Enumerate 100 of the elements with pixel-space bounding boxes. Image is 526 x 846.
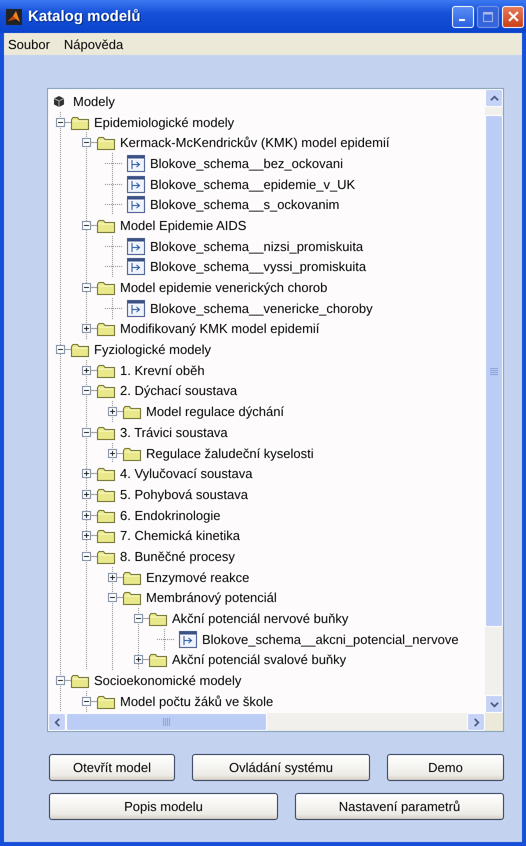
tree-item[interactable]: Model Epidemie AIDS bbox=[120, 218, 246, 233]
block-diagram-icon bbox=[127, 238, 145, 255]
tree-item[interactable]: 1. Krevní oběh bbox=[120, 362, 205, 378]
block-diagram-icon bbox=[127, 196, 145, 214]
folder-icon bbox=[149, 611, 167, 626]
tree-item[interactable]: Akční potenciál svalové buňky bbox=[172, 652, 346, 668]
folder-icon bbox=[123, 446, 141, 461]
collapse-icon[interactable] bbox=[82, 283, 91, 292]
tree-item[interactable]: Enzymové reakce bbox=[146, 570, 250, 585]
folder-icon bbox=[123, 404, 141, 420]
scroll-down-icon[interactable] bbox=[490, 700, 498, 708]
expand-icon[interactable] bbox=[82, 366, 91, 375]
collapse-icon[interactable] bbox=[56, 345, 65, 354]
tree-item[interactable]: Epidemiologické modely bbox=[94, 114, 234, 130]
expand-icon[interactable] bbox=[82, 324, 91, 334]
window-title: Katalog modelů bbox=[28, 8, 142, 25]
tree-item[interactable]: Modifikovaný KMK model epidemií bbox=[120, 321, 320, 336]
vertical-scrollbar[interactable] bbox=[485, 89, 503, 713]
collapse-icon[interactable] bbox=[56, 118, 65, 127]
collapse-icon[interactable] bbox=[108, 593, 117, 602]
scroll-thumb[interactable] bbox=[66, 713, 267, 731]
folder-icon bbox=[97, 548, 115, 564]
folder-icon bbox=[97, 694, 115, 709]
tree-item[interactable]: Blokove_schema__akcni_potencial_nervove bbox=[202, 632, 459, 647]
block-diagram-icon bbox=[127, 176, 145, 193]
action-button[interactable]: Otevřít model bbox=[49, 754, 175, 781]
folder-icon bbox=[97, 362, 115, 378]
folder-icon bbox=[123, 590, 141, 606]
tree-item[interactable]: Model regulace dýchání bbox=[146, 404, 284, 420]
expand-icon[interactable] bbox=[82, 531, 91, 540]
folder-icon bbox=[71, 342, 89, 358]
close-button[interactable] bbox=[502, 6, 524, 28]
folder-icon bbox=[71, 114, 89, 130]
expand-icon[interactable] bbox=[82, 510, 91, 520]
scrollbar-corner bbox=[485, 713, 503, 731]
scroll-thumb[interactable] bbox=[485, 115, 503, 627]
scroll-up-icon[interactable] bbox=[490, 94, 498, 102]
folder-icon bbox=[97, 321, 115, 336]
tree-item[interactable]: Blokove_schema__vyssi_promiskuita bbox=[150, 259, 366, 274]
folder-icon bbox=[97, 424, 115, 440]
expand-icon[interactable] bbox=[134, 655, 143, 664]
tree-item[interactable]: Blokove_schema__epidemie_v_UK bbox=[150, 176, 356, 192]
expand-icon[interactable] bbox=[108, 448, 117, 458]
folder-icon bbox=[97, 135, 115, 150]
tree-item[interactable]: Model počtu žáků ve škole bbox=[120, 694, 274, 709]
expand-icon[interactable] bbox=[82, 490, 91, 499]
action-button[interactable]: Ovládání systému bbox=[192, 754, 370, 781]
maximize-button[interactable] bbox=[477, 6, 499, 28]
action-button[interactable]: Demo bbox=[387, 754, 504, 781]
minimize-button[interactable] bbox=[452, 6, 474, 28]
tree-item[interactable]: Blokove_schema__nizsi_promiskuita bbox=[150, 238, 364, 254]
folder-icon bbox=[97, 486, 115, 502]
close-icon[interactable] bbox=[508, 11, 518, 22]
tree-item[interactable]: 5. Pohybová soustava bbox=[120, 486, 248, 502]
collapse-icon[interactable] bbox=[56, 676, 65, 686]
horizontal-scrollbar[interactable] bbox=[48, 713, 485, 731]
folder-icon bbox=[97, 383, 115, 398]
tree-item[interactable]: 4. Vylučovací soustava bbox=[120, 466, 252, 482]
tree-item[interactable]: Socioekonomické modely bbox=[94, 673, 242, 688]
tree-item[interactable]: Akční potenciál nervové buňky bbox=[172, 611, 348, 626]
collapse-icon[interactable] bbox=[82, 552, 91, 561]
tree-item[interactable]: Kermack-McKendrickův (KMK) model epidemií bbox=[120, 135, 390, 150]
tree-item[interactable]: Membránový potenciál bbox=[146, 590, 277, 606]
folder-icon bbox=[97, 280, 115, 296]
folder-icon bbox=[123, 570, 141, 585]
collapse-icon[interactable] bbox=[82, 428, 91, 437]
tree-item[interactable]: Fyziologické modely bbox=[94, 342, 212, 358]
cube-icon bbox=[53, 94, 65, 108]
block-diagram-icon bbox=[127, 300, 145, 317]
scroll-right-icon[interactable] bbox=[472, 718, 480, 726]
menu-item[interactable]: Soubor bbox=[8, 36, 50, 52]
tree-item[interactable]: Blokove_schema__bez_ockovani bbox=[150, 156, 343, 171]
collapse-icon[interactable] bbox=[82, 696, 91, 706]
tree-item[interactable]: Blokove_schema__s_ockovanim bbox=[150, 197, 340, 212]
tree-item[interactable]: 7. Chemická kinetika bbox=[120, 528, 240, 544]
tree-item[interactable]: 6. Endokrinologie bbox=[120, 508, 220, 523]
expand-icon[interactable] bbox=[108, 572, 117, 582]
expand-icon[interactable] bbox=[82, 469, 91, 478]
collapse-icon[interactable] bbox=[134, 614, 143, 624]
tree-item[interactable]: Model epidemie venerických chorob bbox=[120, 280, 328, 296]
tree-item[interactable]: Modely bbox=[73, 94, 115, 109]
tree-item[interactable]: Regulace žaludeční kyselosti bbox=[146, 446, 314, 461]
folder-icon bbox=[71, 673, 89, 688]
action-button[interactable]: Popis modelu bbox=[49, 793, 278, 820]
collapse-icon[interactable] bbox=[82, 220, 91, 230]
tree-item[interactable]: Blokove_schema__venericke_choroby bbox=[150, 300, 373, 316]
collapse-icon[interactable] bbox=[82, 138, 91, 148]
folder-icon bbox=[97, 466, 115, 482]
block-diagram-icon bbox=[127, 154, 145, 172]
maximize-icon[interactable] bbox=[483, 12, 493, 22]
app-icon bbox=[6, 8, 22, 24]
action-button[interactable]: Nastavení parametrů bbox=[295, 793, 504, 820]
collapse-icon[interactable] bbox=[82, 386, 91, 396]
tree-item[interactable]: 8. Buněčné procesy bbox=[120, 548, 235, 564]
block-diagram-icon bbox=[127, 258, 145, 276]
tree-item[interactable]: 2. Dýchací soustava bbox=[120, 383, 238, 398]
tree-item[interactable]: 3. Trávici soustava bbox=[120, 424, 228, 440]
scroll-left-icon[interactable] bbox=[52, 718, 62, 726]
menu-item[interactable]: Nápověda bbox=[64, 36, 124, 52]
expand-icon[interactable] bbox=[108, 407, 117, 416]
